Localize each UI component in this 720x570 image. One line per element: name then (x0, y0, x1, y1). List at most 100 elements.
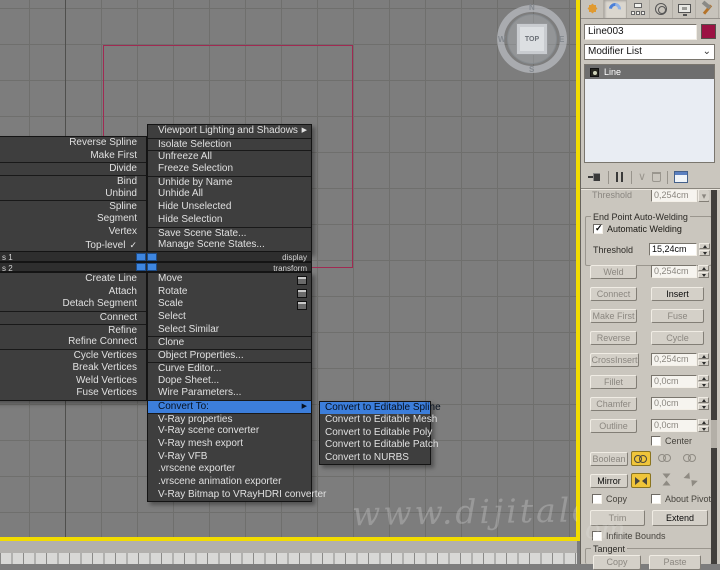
tab-modify[interactable] (604, 0, 627, 18)
cross-insert-spinner[interactable] (698, 353, 709, 366)
tab-display[interactable] (673, 0, 696, 18)
tab-utilities[interactable] (696, 0, 719, 18)
lightbulb-icon[interactable] (590, 67, 599, 77)
menu-item[interactable]: Detach Segment (0, 298, 146, 311)
menu-item[interactable]: Vertex (0, 226, 146, 239)
submenu-item[interactable]: Convert to Editable Patch (320, 439, 438, 451)
modifier-stack[interactable]: Line (584, 64, 715, 163)
menu-item[interactable]: Refine (0, 323, 146, 337)
menu-item[interactable]: Divide (0, 162, 146, 175)
make-first-button[interactable]: Make First (590, 309, 637, 323)
menu-item[interactable]: Save Scene State... (148, 226, 311, 240)
submenu-item[interactable]: Convert to Editable Spline (320, 402, 441, 415)
weld-threshold-field[interactable]: 0,254cm (651, 265, 697, 278)
menu-item[interactable]: Attach (0, 286, 146, 299)
menu-item[interactable]: Select (148, 311, 311, 324)
menu-item[interactable]: Curve Editor... (148, 361, 311, 375)
submenu-item[interactable]: Convert to NURBS (320, 452, 430, 464)
cross-insert-field[interactable]: 0,254cm (651, 353, 697, 366)
reverse-button[interactable]: Reverse (590, 331, 637, 345)
connect-button[interactable]: Connect (590, 287, 637, 301)
spinner-down-button[interactable]: ▾ (698, 190, 709, 202)
menu-item[interactable]: Spline (0, 200, 146, 213)
viewcube[interactable]: TOP N E S W (497, 3, 567, 74)
menu-item[interactable]: V-Ray mesh export (148, 438, 311, 451)
rollout-scrollbar[interactable] (711, 190, 717, 564)
menu-item[interactable]: Hide Selection (148, 214, 311, 227)
object-name-input[interactable]: Line003 (584, 24, 697, 40)
menu-item[interactable]: V-Ray scene converter (148, 425, 311, 438)
modifier-list-dropdown[interactable]: Modifier List ⌄ (584, 44, 715, 60)
chamfer-field[interactable]: 0,0cm (651, 397, 697, 410)
menu-item[interactable]: Hide Unselected (148, 201, 311, 214)
quad-square-icon[interactable] (147, 263, 157, 271)
menu-item[interactable]: Rotate (148, 286, 311, 299)
track-bar-ruler[interactable] (0, 553, 577, 564)
threshold-field-disabled[interactable]: 0,254cm (651, 190, 697, 202)
outline-button[interactable]: Outline (590, 419, 637, 433)
quad-square-icon[interactable] (136, 263, 146, 271)
menu-item[interactable]: Select Similar (148, 324, 311, 337)
boolean-subtract-icon[interactable] (656, 451, 676, 466)
menu-item[interactable]: Create Line (0, 273, 146, 286)
viewcube-south[interactable]: S (529, 65, 534, 74)
viewcube-north[interactable]: N (529, 3, 535, 12)
menu-item[interactable]: Segment (0, 213, 146, 226)
scrollbar-thumb[interactable] (711, 420, 717, 448)
automatic-welding-checkbox[interactable]: Automatic Welding (593, 223, 682, 234)
menu-item[interactable]: Reverse Spline (0, 137, 146, 150)
quad-square-icon[interactable] (147, 253, 157, 261)
time-slider-bar[interactable] (0, 541, 577, 553)
configure-modifier-sets-icon[interactable] (674, 171, 689, 183)
threshold-spinner[interactable] (699, 243, 710, 256)
mirror-copy-checkbox[interactable]: Copy (592, 494, 627, 504)
cycle-button[interactable]: Cycle (651, 331, 704, 345)
weld-spinner[interactable] (698, 265, 709, 278)
menu-item[interactable]: Unbind (0, 188, 146, 201)
boolean-button[interactable]: Boolean (590, 452, 628, 466)
menu-item[interactable]: Move (148, 273, 311, 286)
tab-create[interactable] (581, 0, 604, 18)
make-unique-icon[interactable]: ∨ (638, 171, 646, 183)
menu-item[interactable]: Make First (0, 150, 146, 163)
chamfer-spinner[interactable] (698, 397, 709, 410)
menu-item[interactable]: Manage Scene States... (148, 239, 311, 252)
mirror-horizontal-icon[interactable] (631, 473, 651, 488)
menu-item[interactable]: .vrscene animation exporter (148, 476, 311, 489)
menu-item[interactable]: Connect (0, 311, 146, 324)
mirror-both-icon[interactable] (679, 468, 704, 493)
remove-modifier-icon[interactable] (652, 172, 662, 182)
menu-item[interactable]: Cycle Vertices (0, 349, 146, 362)
menu-item[interactable]: Unfreeze All (148, 150, 311, 163)
menu-item[interactable]: .vrscene exporter (148, 463, 311, 476)
extend-button[interactable]: Extend (652, 510, 708, 526)
mirror-button[interactable]: Mirror (590, 474, 628, 488)
menu-item[interactable]: Clone (148, 336, 311, 349)
menu-item[interactable]: Wire Parameters... (148, 387, 311, 400)
quad-square-icon[interactable] (136, 253, 146, 261)
outline-field[interactable]: 0,0cm (651, 419, 697, 432)
menu-item[interactable]: V-Ray properties (148, 412, 311, 426)
boolean-union-icon[interactable] (631, 451, 651, 466)
menu-item[interactable]: Break Vertices (0, 362, 146, 375)
menu-item[interactable]: Object Properties... (148, 349, 311, 362)
outline-spinner[interactable] (698, 419, 709, 432)
modifier-stack-item-line[interactable]: Line (585, 65, 714, 79)
menu-item[interactable]: Unhide by Name (148, 175, 311, 189)
submenu-item[interactable]: Convert to Editable Poly (320, 427, 432, 439)
object-color-swatch[interactable] (701, 24, 716, 39)
auto-weld-threshold-field[interactable]: 15,24cm (649, 243, 697, 256)
fillet-button[interactable]: Fillet (590, 375, 637, 389)
mirror-vertical-icon[interactable] (659, 471, 674, 491)
menu-item[interactable]: Weld Vertices (0, 375, 146, 388)
fuse-button[interactable]: Fuse (651, 309, 704, 323)
menu-item[interactable]: Refine Connect (0, 336, 146, 349)
menu-item[interactable]: Freeze Selection (148, 163, 311, 176)
viewcube-west[interactable]: W (498, 35, 506, 44)
menu-item[interactable]: Scale (148, 298, 311, 311)
menu-item[interactable]: Unhide All (148, 188, 311, 201)
viewcube-top-face[interactable]: TOP (516, 23, 548, 55)
weld-button[interactable]: Weld (590, 265, 637, 279)
tab-hierarchy[interactable] (627, 0, 650, 18)
menu-item[interactable]: Dope Sheet... (148, 375, 311, 388)
